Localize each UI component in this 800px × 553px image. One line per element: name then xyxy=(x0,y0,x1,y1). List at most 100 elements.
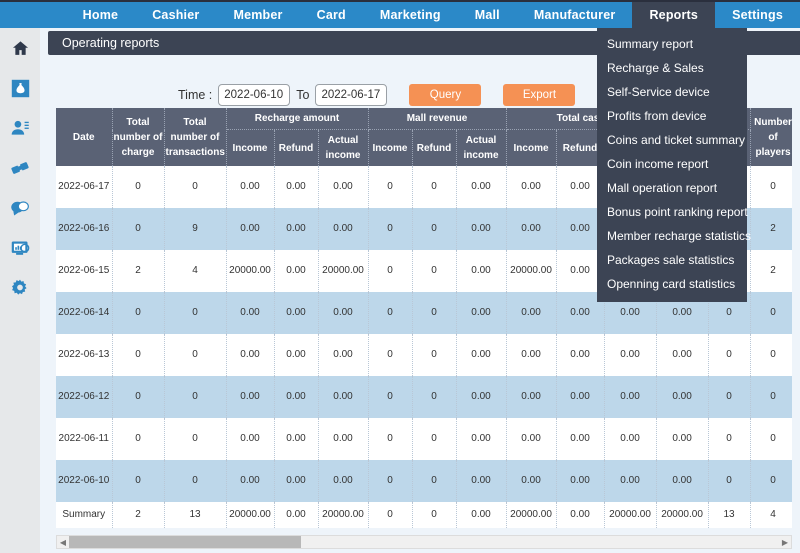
cell-value: 0 xyxy=(412,208,457,250)
cell-value: 0.00 xyxy=(318,460,369,502)
dropdown-item-7[interactable]: Bonus point ranking report xyxy=(597,200,748,224)
cell-value: 0.00 xyxy=(274,334,319,376)
nav-item-reports[interactable]: Reports xyxy=(632,2,716,28)
cell-value: 0.00 xyxy=(556,334,605,376)
cell-value: 0.00 xyxy=(506,166,557,208)
cell-value: 0.00 xyxy=(226,208,275,250)
cell-value: 20000.00 xyxy=(318,250,369,292)
cell-value: 0.00 xyxy=(604,460,657,502)
cell-value: 0.00 xyxy=(226,418,275,460)
sub-column-header-6: Income xyxy=(506,129,557,166)
sidebar-item-cashier[interactable] xyxy=(0,68,40,108)
cell-value: 0 xyxy=(112,418,165,460)
summary-label: Summary xyxy=(56,502,113,528)
cell-value: 0 xyxy=(412,418,457,460)
table-row[interactable]: 2022-06-12 0 0 0.00 0.00 0.00 0 0 0.00 0.00 0.00 0.… xyxy=(56,376,792,418)
cell-value: 0 xyxy=(750,460,792,502)
cell-value: 0 xyxy=(412,166,457,208)
horizontal-scrollbar[interactable]: ◀ ▶ xyxy=(56,535,792,549)
scrollbar-track[interactable] xyxy=(69,536,779,548)
date-from-input[interactable] xyxy=(218,84,291,106)
cell-value: 0.00 xyxy=(556,418,605,460)
cell-date: 2022-06-11 xyxy=(56,418,113,460)
table-row[interactable]: 2022-06-13 0 0 0.00 0.00 0.00 0 0 0.00 0.00 0.00 0.… xyxy=(56,334,792,376)
cell-value: 0 xyxy=(164,418,227,460)
summary-cell: 13 xyxy=(708,502,751,528)
dropdown-item-8[interactable]: Member recharge statistics xyxy=(597,224,751,248)
cell-value: 0 xyxy=(112,208,165,250)
dropdown-item-2[interactable]: Self-Service device xyxy=(597,80,747,104)
dropdown-item-5[interactable]: Coin income report xyxy=(597,152,747,176)
dropdown-item-10[interactable]: Openning card statistics xyxy=(597,272,747,296)
cell-value: 0.00 xyxy=(274,460,319,502)
nav-item-marketing[interactable]: Marketing xyxy=(363,2,458,28)
cell-value: 0 xyxy=(708,376,751,418)
cell-value: 0.00 xyxy=(226,166,275,208)
summary-cell: 20000.00 xyxy=(604,502,657,528)
table-row[interactable]: 2022-06-11 0 0 0.00 0.00 0.00 0 0 0.00 0.00 0.00 0.… xyxy=(56,418,792,460)
member-user-icon xyxy=(10,118,30,138)
dropdown-item-1[interactable]: Recharge & Sales xyxy=(597,56,747,80)
sidebar-item-marketing[interactable] xyxy=(0,188,40,228)
sidebar-item-reports[interactable] xyxy=(0,228,40,268)
sidebar-item-member[interactable] xyxy=(0,108,40,148)
table-row[interactable]: 2022-06-10 0 0 0.00 0.00 0.00 0 0 0.00 0.00 0.00 0.… xyxy=(56,460,792,502)
sidebar-item-home[interactable] xyxy=(0,28,40,68)
cell-value: 0.00 xyxy=(506,418,557,460)
settings-gear-icon xyxy=(10,278,30,298)
cell-value: 0 xyxy=(412,460,457,502)
dropdown-item-4[interactable]: Coins and ticket summary xyxy=(597,128,747,152)
nav-item-card[interactable]: Card xyxy=(300,2,363,28)
cell-value: 0 xyxy=(164,334,227,376)
cell-value: 0.00 xyxy=(656,334,709,376)
cell-value: 0.00 xyxy=(226,460,275,502)
cell-value: 0.00 xyxy=(456,250,507,292)
query-button[interactable]: Query xyxy=(409,84,482,106)
cell-date: 2022-06-10 xyxy=(56,460,113,502)
nav-item-cashier[interactable]: Cashier xyxy=(135,2,216,28)
cell-value: 0.00 xyxy=(506,292,557,334)
top-navigation-bar: Home Cashier Member Card Marketing Mall Manufa… xyxy=(0,0,800,28)
cell-value: 0 xyxy=(164,166,227,208)
app-window: Home Cashier Member Card Marketing Mall Manufa… xyxy=(0,0,800,553)
cell-value: 0 xyxy=(368,334,413,376)
scroll-right-arrow[interactable]: ▶ xyxy=(779,538,791,547)
cell-value: 0.00 xyxy=(506,376,557,418)
cell-value: 0.00 xyxy=(318,292,369,334)
export-button[interactable]: Export xyxy=(503,84,576,106)
cell-value: 0 xyxy=(750,334,792,376)
sidebar-item-settings[interactable] xyxy=(0,268,40,308)
column-header-recharge-amount: Recharge amount xyxy=(226,108,369,130)
nav-item-settings[interactable]: Settings xyxy=(715,2,800,28)
reports-dropdown-menu[interactable]: Summary report Recharge & Sales Self-Servi… xyxy=(597,28,751,302)
summary-cell: 13 xyxy=(164,502,227,528)
dropdown-item-3[interactable]: Profits from device xyxy=(597,104,747,128)
nav-item-home[interactable]: Home xyxy=(66,2,136,28)
dropdown-item-0[interactable]: Summary report xyxy=(597,32,747,56)
nav-item-mall[interactable]: Mall xyxy=(458,2,517,28)
summary-cell: 0 xyxy=(368,502,413,528)
summary-cell: 0 xyxy=(412,502,457,528)
cell-value: 0.00 xyxy=(274,250,319,292)
cell-value: 0 xyxy=(750,376,792,418)
cell-value: 0.00 xyxy=(318,418,369,460)
reports-monitor-chart-icon xyxy=(10,238,31,259)
sub-column-header-1: Refund xyxy=(274,129,319,166)
cell-date: 2022-06-12 xyxy=(56,376,113,418)
summary-cell: 2 xyxy=(112,502,165,528)
nav-item-member[interactable]: Member xyxy=(216,2,299,28)
cell-value: 0.00 xyxy=(318,376,369,418)
date-to-input[interactable] xyxy=(315,84,388,106)
cell-value: 0 xyxy=(368,208,413,250)
scrollbar-thumb[interactable] xyxy=(69,536,301,548)
nav-item-manufacturer[interactable]: Manufacturer xyxy=(517,2,633,28)
cell-value: 0.00 xyxy=(604,418,657,460)
scroll-left-arrow[interactable]: ◀ xyxy=(57,538,69,547)
cell-value: 0 xyxy=(708,460,751,502)
sidebar-item-card[interactable] xyxy=(0,148,40,188)
dropdown-item-6[interactable]: Mall operation report xyxy=(597,176,747,200)
cell-value: 0 xyxy=(112,292,165,334)
cell-value: 0 xyxy=(112,460,165,502)
dropdown-item-9[interactable]: Packages sale statistics xyxy=(597,248,747,272)
cell-value: 2 xyxy=(750,250,792,292)
